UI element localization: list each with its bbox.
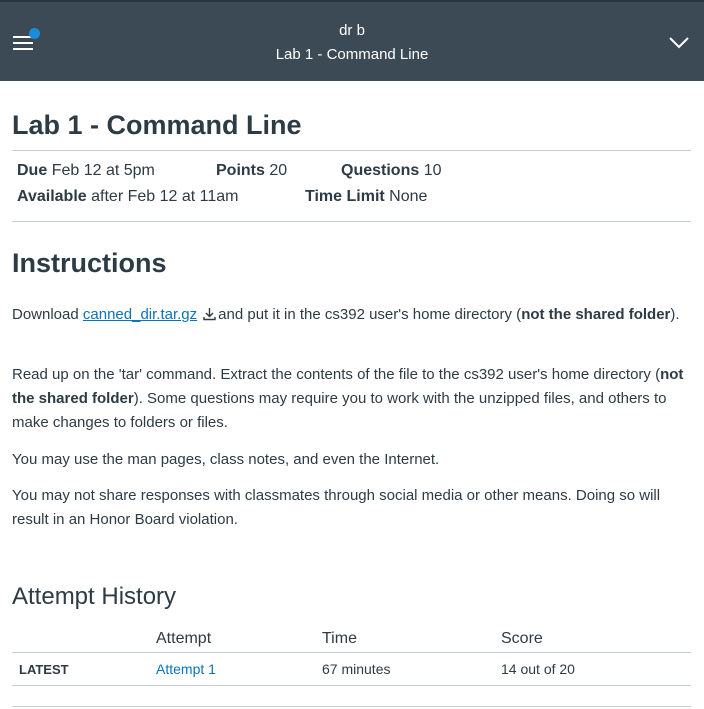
points-label: Points <box>216 162 265 179</box>
available-value: after Feb 12 at 11am <box>91 188 239 205</box>
course-name: dr b <box>339 22 365 39</box>
quiz-meta: Due Feb 12 at 5pm Points 20 Questions 10… <box>12 151 691 221</box>
divider <box>12 221 691 222</box>
column-header: Attempt <box>156 626 322 653</box>
attempt-cell: Attempt 1 <box>156 652 322 686</box>
emphasis-text: not the shared folder <box>521 306 671 323</box>
time-limit-label: Time Limit <box>305 188 385 205</box>
due-value: Feb 12 at 5pm <box>51 162 155 179</box>
time-cell: 67 minutes <box>322 652 501 686</box>
header-titles: dr b Lab 1 - Command Line <box>0 22 704 65</box>
top-navigation-bar: dr b Lab 1 - Command Line <box>0 0 704 81</box>
chevron-down-icon[interactable] <box>668 34 690 50</box>
questions-value: 10 <box>423 162 442 179</box>
quiz-details: Lab 1 - Command Line Due Feb 12 at 5pm P… <box>12 104 691 222</box>
available-label: Available <box>17 188 87 205</box>
instruction-paragraph: Read up on the 'tar' command. Extract th… <box>12 363 691 435</box>
attempt-history-table: Attempt Time Score LATEST Attempt 1 67 m… <box>12 626 691 686</box>
download-rest-text: and put it in the cs392 user's home dire… <box>218 306 522 323</box>
instructions-heading: Instructions <box>12 248 167 278</box>
available-date: Available after Feb 12 at 11am <box>17 188 238 206</box>
due-date: Due Feb 12 at 5pm <box>17 162 155 180</box>
paragraph-text: Read up on the 'tar' command. Extract th… <box>12 366 661 383</box>
divider <box>12 706 691 707</box>
due-label: Due <box>17 162 48 179</box>
instruction-paragraph: You may use the man pages, class notes, … <box>12 451 440 468</box>
attempt-link[interactable]: Attempt 1 <box>156 661 216 677</box>
time-limit: Time Limit None <box>305 188 427 206</box>
points-value: 20 <box>269 162 288 179</box>
score-cell: 14 out of 20 <box>501 652 691 686</box>
table-row: LATEST Attempt 1 67 minutes 14 out of 20 <box>12 652 691 686</box>
attempt-history-heading: Attempt History <box>12 583 177 610</box>
download-icon[interactable] <box>203 307 216 321</box>
instruction-paragraph: Download canned_dir.tar.gz and put it in … <box>12 303 691 327</box>
points: Points 20 <box>216 162 287 180</box>
column-header: Score <box>501 626 691 653</box>
header-page-title: Lab 1 - Command Line <box>275 46 429 63</box>
latest-label: LATEST <box>12 652 156 686</box>
questions: Questions 10 <box>341 162 441 180</box>
column-header: Time <box>322 626 501 653</box>
download-link[interactable]: canned_dir.tar.gz <box>83 306 197 323</box>
table-header-row: Attempt Time Score <box>12 626 691 653</box>
column-header <box>12 626 156 653</box>
page-title: Lab 1 - Command Line <box>12 110 302 140</box>
time-limit-value: None <box>389 188 428 205</box>
questions-label: Questions <box>341 162 420 179</box>
instruction-paragraph: You may not share responses with classma… <box>12 487 661 528</box>
download-text: Download <box>12 306 79 323</box>
punctuation-text: ). <box>670 306 680 323</box>
